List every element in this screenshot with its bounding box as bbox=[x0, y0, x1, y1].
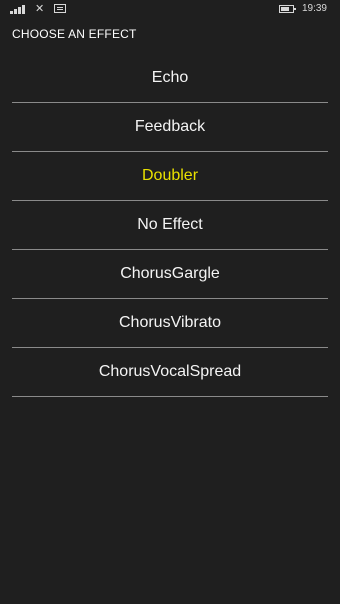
message-icon bbox=[54, 4, 66, 13]
signal-icon bbox=[10, 4, 28, 14]
page-title: CHOOSE AN EFFECT bbox=[12, 27, 137, 41]
effect-item-no-effect[interactable]: No Effect bbox=[12, 201, 328, 250]
battery-icon bbox=[279, 5, 296, 13]
effect-item-chorus-gargle[interactable]: ChorusGargle bbox=[12, 250, 328, 299]
status-bar: ✕ 19:39 bbox=[0, 0, 340, 20]
effect-list: Echo Feedback Doubler No Effect ChorusGa… bbox=[12, 54, 328, 397]
status-time: 19:39 bbox=[301, 3, 327, 14]
wifi-disconnected-icon: ✕ bbox=[35, 2, 45, 15]
effect-item-feedback[interactable]: Feedback bbox=[12, 103, 328, 152]
effect-item-chorus-vibrato[interactable]: ChorusVibrato bbox=[12, 299, 328, 348]
effect-item-echo[interactable]: Echo bbox=[12, 54, 328, 103]
effect-item-doubler[interactable]: Doubler bbox=[12, 152, 328, 201]
effect-item-chorus-vocal-spread[interactable]: ChorusVocalSpread bbox=[12, 348, 328, 397]
